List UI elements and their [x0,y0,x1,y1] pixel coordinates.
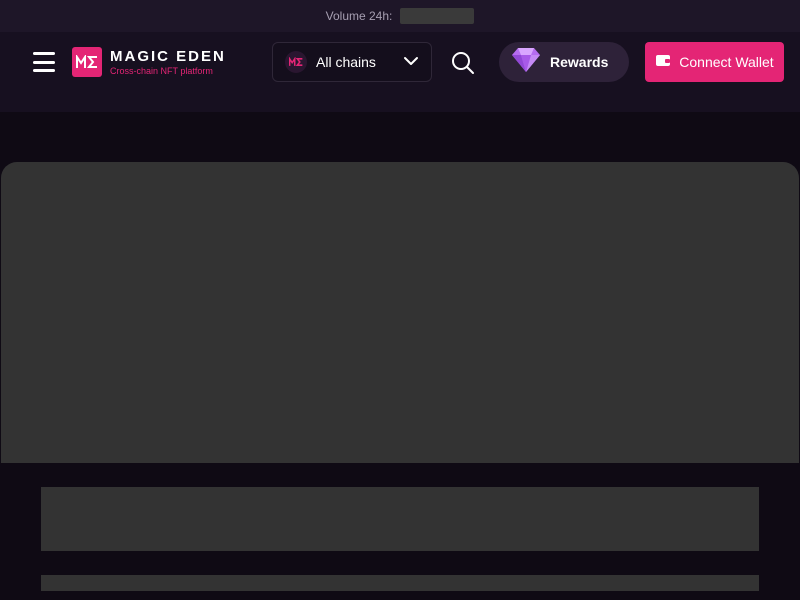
logo-subtitle: Cross-chain NFT platform [110,65,213,76]
chevron-down-icon [403,53,419,71]
rewards-label: Rewards [550,54,609,70]
logo-title: MAGIC EDEN [110,47,226,65]
gem-icon [511,47,541,78]
wallet-icon [655,53,671,72]
hamburger-icon[interactable] [33,52,55,72]
connect-wallet-label: Connect Wallet [679,54,774,70]
logo[interactable]: MAGIC EDEN Cross-chain NFT platform [72,47,226,77]
hero-banner-skeleton [1,162,799,463]
search-icon[interactable] [450,50,476,76]
chain-selector-label: All chains [316,54,376,70]
content-skeleton-line [41,575,759,591]
volume-value-skeleton [400,8,475,24]
connect-wallet-button[interactable]: Connect Wallet [645,42,784,82]
content-skeleton-block [41,487,759,551]
chain-selector[interactable]: All chains [272,42,432,82]
logo-mark [72,47,102,77]
rewards-button[interactable]: Rewards [499,42,629,82]
volume-label: Volume 24h: [325,9,393,23]
magic-eden-icon [285,51,307,73]
header: MAGIC EDEN Cross-chain NFT platform All … [0,32,800,112]
volume-bar: Volume 24h: [0,0,800,32]
